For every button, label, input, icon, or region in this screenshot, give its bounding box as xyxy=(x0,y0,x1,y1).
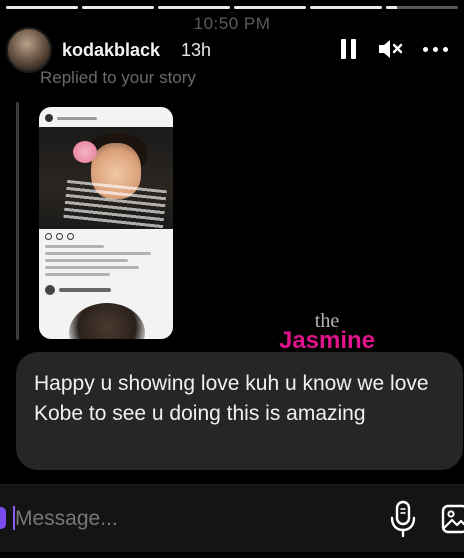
replied-label: Replied to your story xyxy=(40,68,196,87)
camera-button[interactable] xyxy=(0,507,6,529)
microphone-icon[interactable] xyxy=(389,499,417,539)
story-card-actions xyxy=(45,233,167,240)
message-input[interactable] xyxy=(15,499,355,539)
story-photo xyxy=(39,127,173,231)
message-composer xyxy=(0,484,464,552)
message-bubble[interactable]: Happy u showing love kuh u know we love … xyxy=(16,352,463,470)
progress-segment xyxy=(234,6,306,9)
story-progress-bar xyxy=(6,6,458,9)
watermark-jasmine: Jasmine xyxy=(278,327,376,354)
more-icon[interactable] xyxy=(423,46,448,52)
story-card-caption xyxy=(45,245,163,280)
message-text: Happy u showing love kuh u know we love … xyxy=(34,372,429,425)
reply-indicator-bar xyxy=(16,102,19,340)
story-card-header xyxy=(45,113,167,123)
story-controls xyxy=(341,38,448,60)
avatar[interactable] xyxy=(6,27,52,73)
watermark-the: the xyxy=(314,310,340,332)
pause-icon[interactable] xyxy=(341,39,357,59)
gallery-icon[interactable] xyxy=(440,501,464,535)
progress-segment xyxy=(310,6,382,9)
progress-segment xyxy=(6,6,78,9)
mute-icon[interactable] xyxy=(377,38,403,60)
story-card-commenter xyxy=(45,285,111,295)
story-card-second-photo xyxy=(69,303,145,339)
story-preview-card[interactable] xyxy=(39,107,173,339)
username[interactable]: kodakblack xyxy=(62,40,160,61)
story-timestamp: 13h xyxy=(181,40,212,60)
progress-segment xyxy=(386,6,458,9)
progress-segment xyxy=(158,6,230,9)
status-time: 10:50 PM xyxy=(193,14,271,33)
progress-segment xyxy=(82,6,154,9)
